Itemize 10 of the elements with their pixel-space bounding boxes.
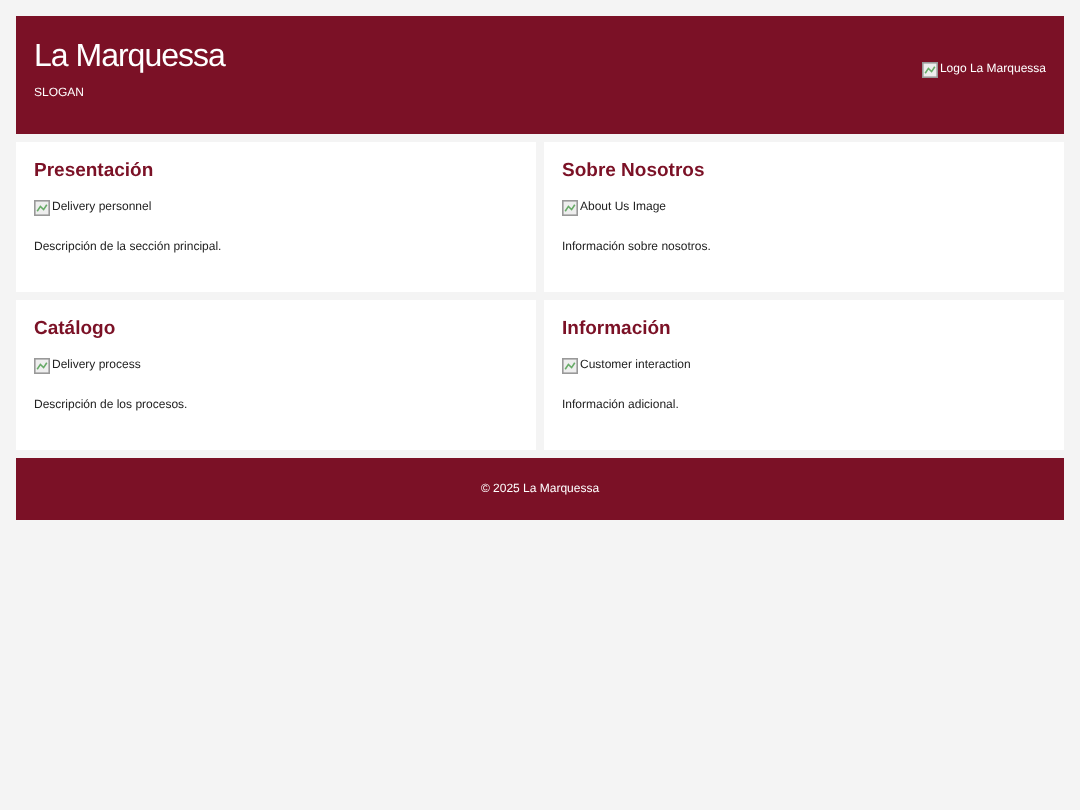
broken-image-icon <box>921 61 938 77</box>
broken-image-icon <box>562 358 578 374</box>
broken-image-icon <box>34 358 50 374</box>
section-title: Catálogo <box>34 318 116 340</box>
section-title: Información <box>562 318 671 340</box>
site-title: La Marquessa <box>34 39 225 75</box>
section-title: Presentación <box>34 160 154 182</box>
broken-image-icon <box>34 200 50 216</box>
section-title: Sobre Nosotros <box>562 160 705 182</box>
broken-image-icon <box>562 200 578 216</box>
